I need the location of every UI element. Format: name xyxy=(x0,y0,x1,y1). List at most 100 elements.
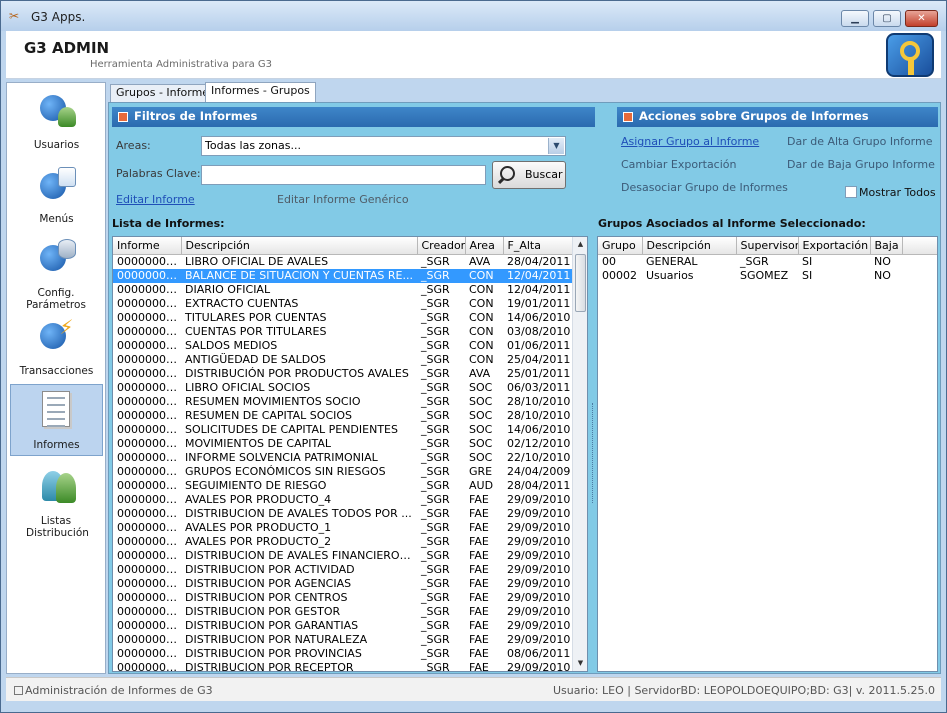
group-grid[interactable]: Grupo Descripción Supervisor Exportación… xyxy=(597,236,938,672)
table-cell: _SGR xyxy=(421,604,450,618)
table-cell: 28/10/2010 xyxy=(507,408,571,422)
table-row[interactable]: 0000000020 AVALES POR PRODUCTO_1 _SGR FAE 29… xyxy=(113,521,573,535)
chevron-down-icon[interactable]: ▼ xyxy=(548,138,564,154)
table-cell: 28/10/2010 xyxy=(507,394,571,408)
column-header-informe[interactable]: Informe xyxy=(113,237,182,255)
table-row[interactable]: 0000000014 MOVIMIENTOS DE CAPITAL _SGR SOC 0… xyxy=(113,437,573,451)
column-header-exportacion[interactable]: Exportación xyxy=(798,237,871,255)
sidebar-item-menus[interactable]: Menús xyxy=(10,163,103,235)
table-row[interactable]: 0000000009 DISTRIBUCIÓN POR PRODUCTOS AVA… xyxy=(113,367,573,381)
edit-generic-report-link[interactable]: Editar Informe Genérico xyxy=(277,193,409,206)
assign-group-link[interactable]: Asignar Grupo al Informe xyxy=(621,135,759,148)
tab-informes-grupos[interactable]: Informes - Grupos xyxy=(205,82,316,102)
table-row[interactable]: 0000000019 DISTRIBUCION DE AVALES TODOS P… xyxy=(113,507,573,521)
table-row[interactable]: 00 GENERAL _SGR SI NO xyxy=(598,254,937,269)
table-row[interactable]: 0000000029 DISTRIBUCION POR PROVINCIAS _SG… xyxy=(113,647,573,661)
table-row[interactable]: 0000000027 DISTRIBUCION POR GARANTIAS _SGR… xyxy=(113,619,573,633)
table-row[interactable]: 0000000030 DISTRIBUCION POR RECEPTOR _SGR F… xyxy=(113,661,573,672)
table-row[interactable]: 0000000004 EXTRACTO CUENTAS _SGR CON 19/01/2… xyxy=(113,297,573,311)
table-cell: SI xyxy=(802,268,813,282)
table-row[interactable]: 0000000015 INFORME SOLVENCIA PATRIMONIAL _… xyxy=(113,451,573,465)
scroll-thumb[interactable] xyxy=(575,254,586,312)
table-cell: 29/09/2010 xyxy=(507,506,571,520)
table-cell: SOC xyxy=(469,436,493,450)
table-row[interactable]: 0000000028 DISTRIBUCION POR NATURALEZA _SG… xyxy=(113,633,573,647)
column-header-creador[interactable]: Creador xyxy=(417,237,466,255)
edit-report-link[interactable]: Editar Informe xyxy=(116,193,195,206)
sidebar-item-config-parametros[interactable]: Config. Parámetros xyxy=(10,235,103,311)
filters-header: Filtros de Informes xyxy=(112,107,595,127)
show-all-checkbox[interactable] xyxy=(845,186,857,198)
column-header-baja[interactable]: Baja xyxy=(870,237,903,255)
remove-report-group-link[interactable]: Dar de Baja Grupo Informe xyxy=(787,158,935,171)
maximize-button[interactable]: ▢ xyxy=(873,10,901,27)
app-header: G3 ADMIN Herramienta Administrativa para… xyxy=(6,31,941,79)
table-row[interactable]: 0000000023 DISTRIBUCION POR ACTIVIDAD _SGR… xyxy=(113,563,573,577)
table-row[interactable]: 0000000007 SALDOS MEDIOS _SGR CON 01/06/2011 xyxy=(113,339,573,353)
column-header-supervisor[interactable]: Supervisor xyxy=(736,237,799,255)
keywords-input[interactable] xyxy=(201,165,486,185)
table-row[interactable]: 0000000001 LIBRO OFICIAL DE AVALES _SGR AVA… xyxy=(113,254,573,269)
table-cell: 0000000004 xyxy=(117,296,181,310)
report-grid-scrollbar[interactable]: ▲ ▼ xyxy=(572,237,587,671)
table-row[interactable]: 0000000026 DISTRIBUCION POR GESTOR _SGR FAE… xyxy=(113,605,573,619)
table-row[interactable]: 0000000010 LIBRO OFICIAL SOCIOS _SGR SOC 06/… xyxy=(113,381,573,395)
table-row[interactable]: 0000000008 ANTIGÜEDAD DE SALDOS _SGR CON 25/… xyxy=(113,353,573,367)
panel-splitter[interactable] xyxy=(592,403,595,503)
table-cell: DISTRIBUCION POR AGENCIAS xyxy=(185,576,352,590)
table-row[interactable]: 0000000018 AVALES POR PRODUCTO_4 _SGR FAE 29… xyxy=(113,493,573,507)
table-row[interactable]: 00002 Usuarios SGOMEZ SI NO xyxy=(598,269,937,283)
add-report-group-link[interactable]: Dar de Alta Grupo Informe xyxy=(787,135,932,148)
table-cell: _SGR xyxy=(421,618,450,632)
table-cell: 0000000016 xyxy=(117,464,181,478)
table-cell: ANTIGÜEDAD DE SALDOS xyxy=(185,352,326,366)
table-row[interactable]: 0000000024 DISTRIBUCION POR AGENCIAS _SGR F… xyxy=(113,577,573,591)
table-cell: _SGR xyxy=(421,534,450,548)
scroll-down-icon[interactable]: ▼ xyxy=(573,656,587,671)
sidebar-item-listas-distribucion[interactable]: Listas Distribución xyxy=(10,463,103,543)
table-cell: 0000000026 xyxy=(117,604,181,618)
search-button[interactable]: Buscar xyxy=(492,161,566,189)
report-grid[interactable]: Informe Descripción Creador Area F_Alta … xyxy=(112,236,588,672)
table-row[interactable]: 0000000022 DISTRIBUCION DE AVALES FINANCI… xyxy=(113,549,573,563)
lightning-globe-icon: ⚡ xyxy=(36,317,78,357)
table-row[interactable]: 0000000002 BALANCE DE SITUACION Y CUENTAS… xyxy=(113,268,573,283)
table-row[interactable]: 0000000016 GRUPOS ECONÓMICOS SIN RIESGOS _… xyxy=(113,465,573,479)
table-cell: _SGR xyxy=(421,394,450,408)
table-row[interactable]: 0000000006 CUENTAS POR TITULARES _SGR CON 03… xyxy=(113,325,573,339)
table-row[interactable]: 0000000021 AVALES POR PRODUCTO_2 _SGR FAE 29… xyxy=(113,535,573,549)
table-row[interactable]: 0000000011 RESUMEN MOVIMIENTOS SOCIO _SGR S… xyxy=(113,395,573,409)
column-header-f-alta[interactable]: F_Alta xyxy=(503,237,574,255)
table-row[interactable]: 0000000013 SOLICITUDES DE CAPITAL PENDIEN… xyxy=(113,423,573,437)
table-cell: 12/04/2011 xyxy=(503,268,573,283)
column-header-area[interactable]: Area xyxy=(465,237,504,255)
close-button[interactable]: ✕ xyxy=(905,10,938,27)
table-row[interactable]: 0000000025 DISTRIBUCION POR CENTROS _SGR FA… xyxy=(113,591,573,605)
table-cell: _SGR xyxy=(421,506,450,520)
table-cell: 0000000021 xyxy=(117,534,181,548)
change-export-link[interactable]: Cambiar Exportación xyxy=(621,158,737,171)
table-cell: _SGR xyxy=(740,254,769,268)
table-row[interactable]: 0000000005 TITULARES POR CUENTAS _SGR CON 14… xyxy=(113,311,573,325)
disassociate-group-link[interactable]: Desasociar Grupo de Informes xyxy=(621,181,788,194)
table-cell: AUD xyxy=(469,478,494,492)
sidebar-item-usuarios[interactable]: Usuarios xyxy=(10,85,103,157)
table-row[interactable]: 0000000003 DIARIO OFICIAL _SGR CON 12/04/201… xyxy=(113,283,573,297)
table-cell: 29/09/2010 xyxy=(507,576,571,590)
app-tools-icon: ✂ xyxy=(9,9,20,23)
table-cell: SOC xyxy=(469,380,493,394)
sidebar-item-transacciones[interactable]: ⚡ Transacciones xyxy=(10,313,103,385)
table-row[interactable]: 0000000012 RESUMEN DE CAPITAL SOCIOS _SGR S… xyxy=(113,409,573,423)
app-subtitle: Herramienta Administrativa para G3 xyxy=(90,59,273,70)
table-cell: SOC xyxy=(469,450,493,464)
column-header-grupo[interactable]: Grupo xyxy=(598,237,643,255)
areas-dropdown[interactable]: Todas las zonas... ▼ xyxy=(201,136,566,156)
column-header-descripcion[interactable]: Descripción xyxy=(181,237,418,255)
scroll-up-icon[interactable]: ▲ xyxy=(573,237,587,252)
table-row[interactable]: 0000000017 SEGUIMIENTO DE RIESGO _SGR AUD 28… xyxy=(113,479,573,493)
table-cell: 24/04/2009 xyxy=(507,464,571,478)
table-cell: 28/04/2011 xyxy=(507,478,571,492)
sidebar-item-informes[interactable]: Informes xyxy=(10,384,103,456)
column-header-descripcion[interactable]: Descripción xyxy=(642,237,737,255)
minimize-button[interactable]: ▁ xyxy=(841,10,869,27)
